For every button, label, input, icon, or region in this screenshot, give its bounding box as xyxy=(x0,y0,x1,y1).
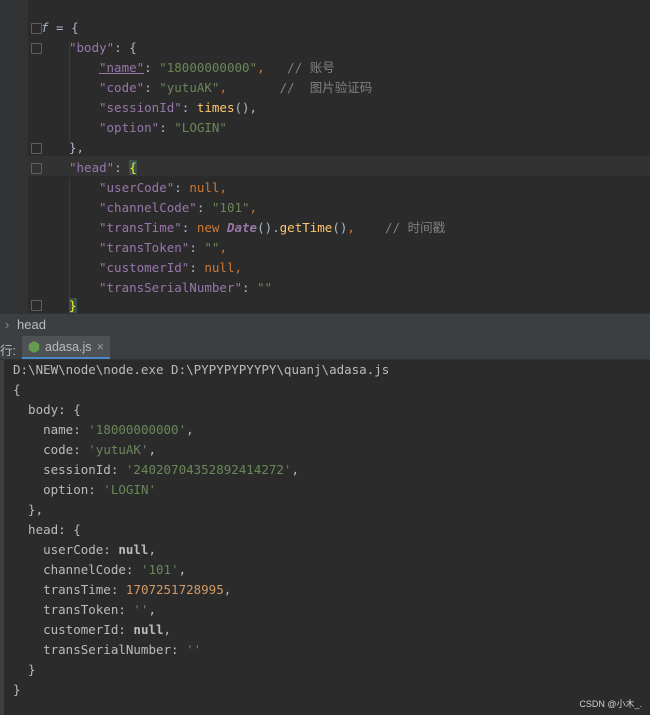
tab-label: adasa.js xyxy=(45,339,92,354)
close-icon[interactable]: × xyxy=(97,340,104,354)
console-line: } xyxy=(13,682,21,697)
console-line: head: { xyxy=(13,522,81,537)
console-line: userCode: null, xyxy=(13,542,156,557)
code-line: "transTime": new Date().getTime(), // 时间… xyxy=(99,220,446,235)
code-line: f = { xyxy=(41,20,79,35)
code-line: "sessionId": times(), xyxy=(99,100,258,115)
console-line: transSerialNumber: '' xyxy=(13,642,202,657)
console-line: customerId: null, xyxy=(13,622,172,637)
console-line: body: { xyxy=(13,402,81,417)
code-line: }, xyxy=(69,140,85,155)
console-line: sessionId: '24020704352892414272', xyxy=(13,462,299,477)
code-line: "name": "18000000000", // 账号 xyxy=(99,60,335,75)
code-line: "channelCode": "101", xyxy=(99,200,258,215)
code-line: } xyxy=(69,298,77,313)
editor-gutter xyxy=(0,0,28,313)
watermark: CSDN @小木_. xyxy=(579,699,642,709)
fold-toggle-icon[interactable] xyxy=(31,43,42,54)
code-line: "customerId": null, xyxy=(99,260,243,275)
run-panel-label: 行: xyxy=(0,344,16,358)
breadcrumb-item-head[interactable]: head xyxy=(17,317,46,332)
console-line: { xyxy=(13,382,21,397)
code-line: "transToken": "", xyxy=(99,240,227,255)
console-line: } xyxy=(13,662,36,677)
chevron-right-icon: › xyxy=(5,317,10,332)
console-line: transTime: 1707251728995, xyxy=(13,582,232,597)
code-line: "body": { xyxy=(69,40,137,55)
breadcrumb[interactable]: › head xyxy=(0,313,650,336)
console-command-line: D:\NEW\node\node.exe D:\PYPYPYPYYPY\quan… xyxy=(13,362,390,377)
fold-toggle-icon[interactable] xyxy=(31,143,42,154)
code-line: "userCode": null, xyxy=(99,180,227,195)
nodejs-file-icon xyxy=(28,340,40,353)
console-side-strip xyxy=(0,360,4,715)
console-line: code: 'yutuAK', xyxy=(13,442,157,457)
code-editor[interactable]: f = { "body": { "name": "18000000000", /… xyxy=(0,0,650,313)
run-tool-window-header: 行: adasa.js × xyxy=(0,336,650,360)
indent-guide xyxy=(69,178,70,300)
code-line: "code": "yutuAK", // 图片验证码 xyxy=(99,80,373,95)
console-line: option: 'LOGIN' xyxy=(13,482,156,497)
fold-toggle-icon[interactable] xyxy=(31,300,42,311)
console-line: transToken: '', xyxy=(13,602,157,617)
console-line: channelCode: '101', xyxy=(13,562,187,577)
run-console-output[interactable]: D:\NEW\node\node.exe D:\PYPYPYPYYPY\quan… xyxy=(0,360,650,715)
console-line: }, xyxy=(13,502,44,517)
console-line: name: '18000000000', xyxy=(13,422,194,437)
code-line: "head": { xyxy=(69,160,137,175)
variable-f: f xyxy=(41,20,49,35)
tab-adasa-js[interactable]: adasa.js × xyxy=(22,336,110,359)
fold-toggle-icon[interactable] xyxy=(31,163,42,174)
code-line: "transSerialNumber": "" xyxy=(99,280,273,295)
code-line: "option": "LOGIN" xyxy=(99,120,227,135)
